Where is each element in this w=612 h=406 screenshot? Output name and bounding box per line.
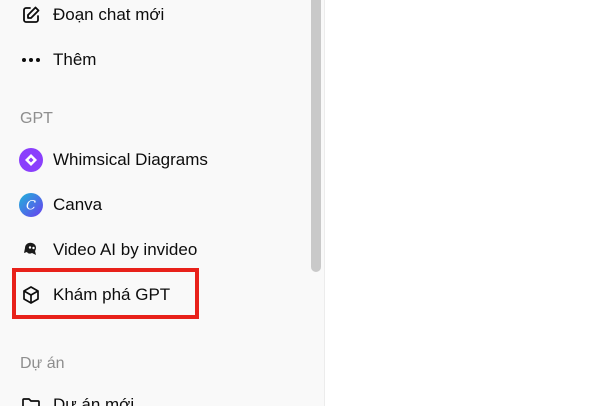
highlight-box xyxy=(12,268,199,319)
projects-section-header: Dự án xyxy=(20,355,65,372)
new-project-button[interactable]: Dự án mới xyxy=(14,387,304,406)
sidebar: Đoạn chat mới Thêm GPT Whimsical Diagram… xyxy=(0,0,325,406)
folder-icon xyxy=(19,393,43,406)
gpt-item-video-ai-invideo[interactable]: Video AI by invideo xyxy=(14,232,304,268)
new-chat-label: Đoạn chat mới xyxy=(53,5,165,24)
gpt-item-label: Video AI by invideo xyxy=(53,240,198,259)
new-chat-button[interactable]: Đoạn chat mới xyxy=(14,0,304,33)
more-button[interactable]: Thêm xyxy=(14,42,304,78)
main-content-area xyxy=(325,0,612,406)
canva-icon: C xyxy=(19,193,43,217)
gpt-item-canva[interactable]: C Canva xyxy=(14,187,304,223)
invideo-icon xyxy=(19,238,43,262)
gpt-item-whimsical-diagrams[interactable]: Whimsical Diagrams xyxy=(14,142,304,178)
edit-icon xyxy=(19,3,43,27)
gpt-section-header: GPT xyxy=(20,110,53,127)
more-dots-icon xyxy=(19,48,43,72)
more-label: Thêm xyxy=(53,50,97,69)
gpt-item-label: Whimsical Diagrams xyxy=(53,150,208,169)
gpt-item-label: Canva xyxy=(53,195,103,214)
svg-text:C: C xyxy=(26,199,36,213)
sidebar-scrollbar[interactable] xyxy=(311,0,321,272)
whimsical-icon xyxy=(19,148,43,172)
new-project-label: Dự án mới xyxy=(53,395,135,406)
